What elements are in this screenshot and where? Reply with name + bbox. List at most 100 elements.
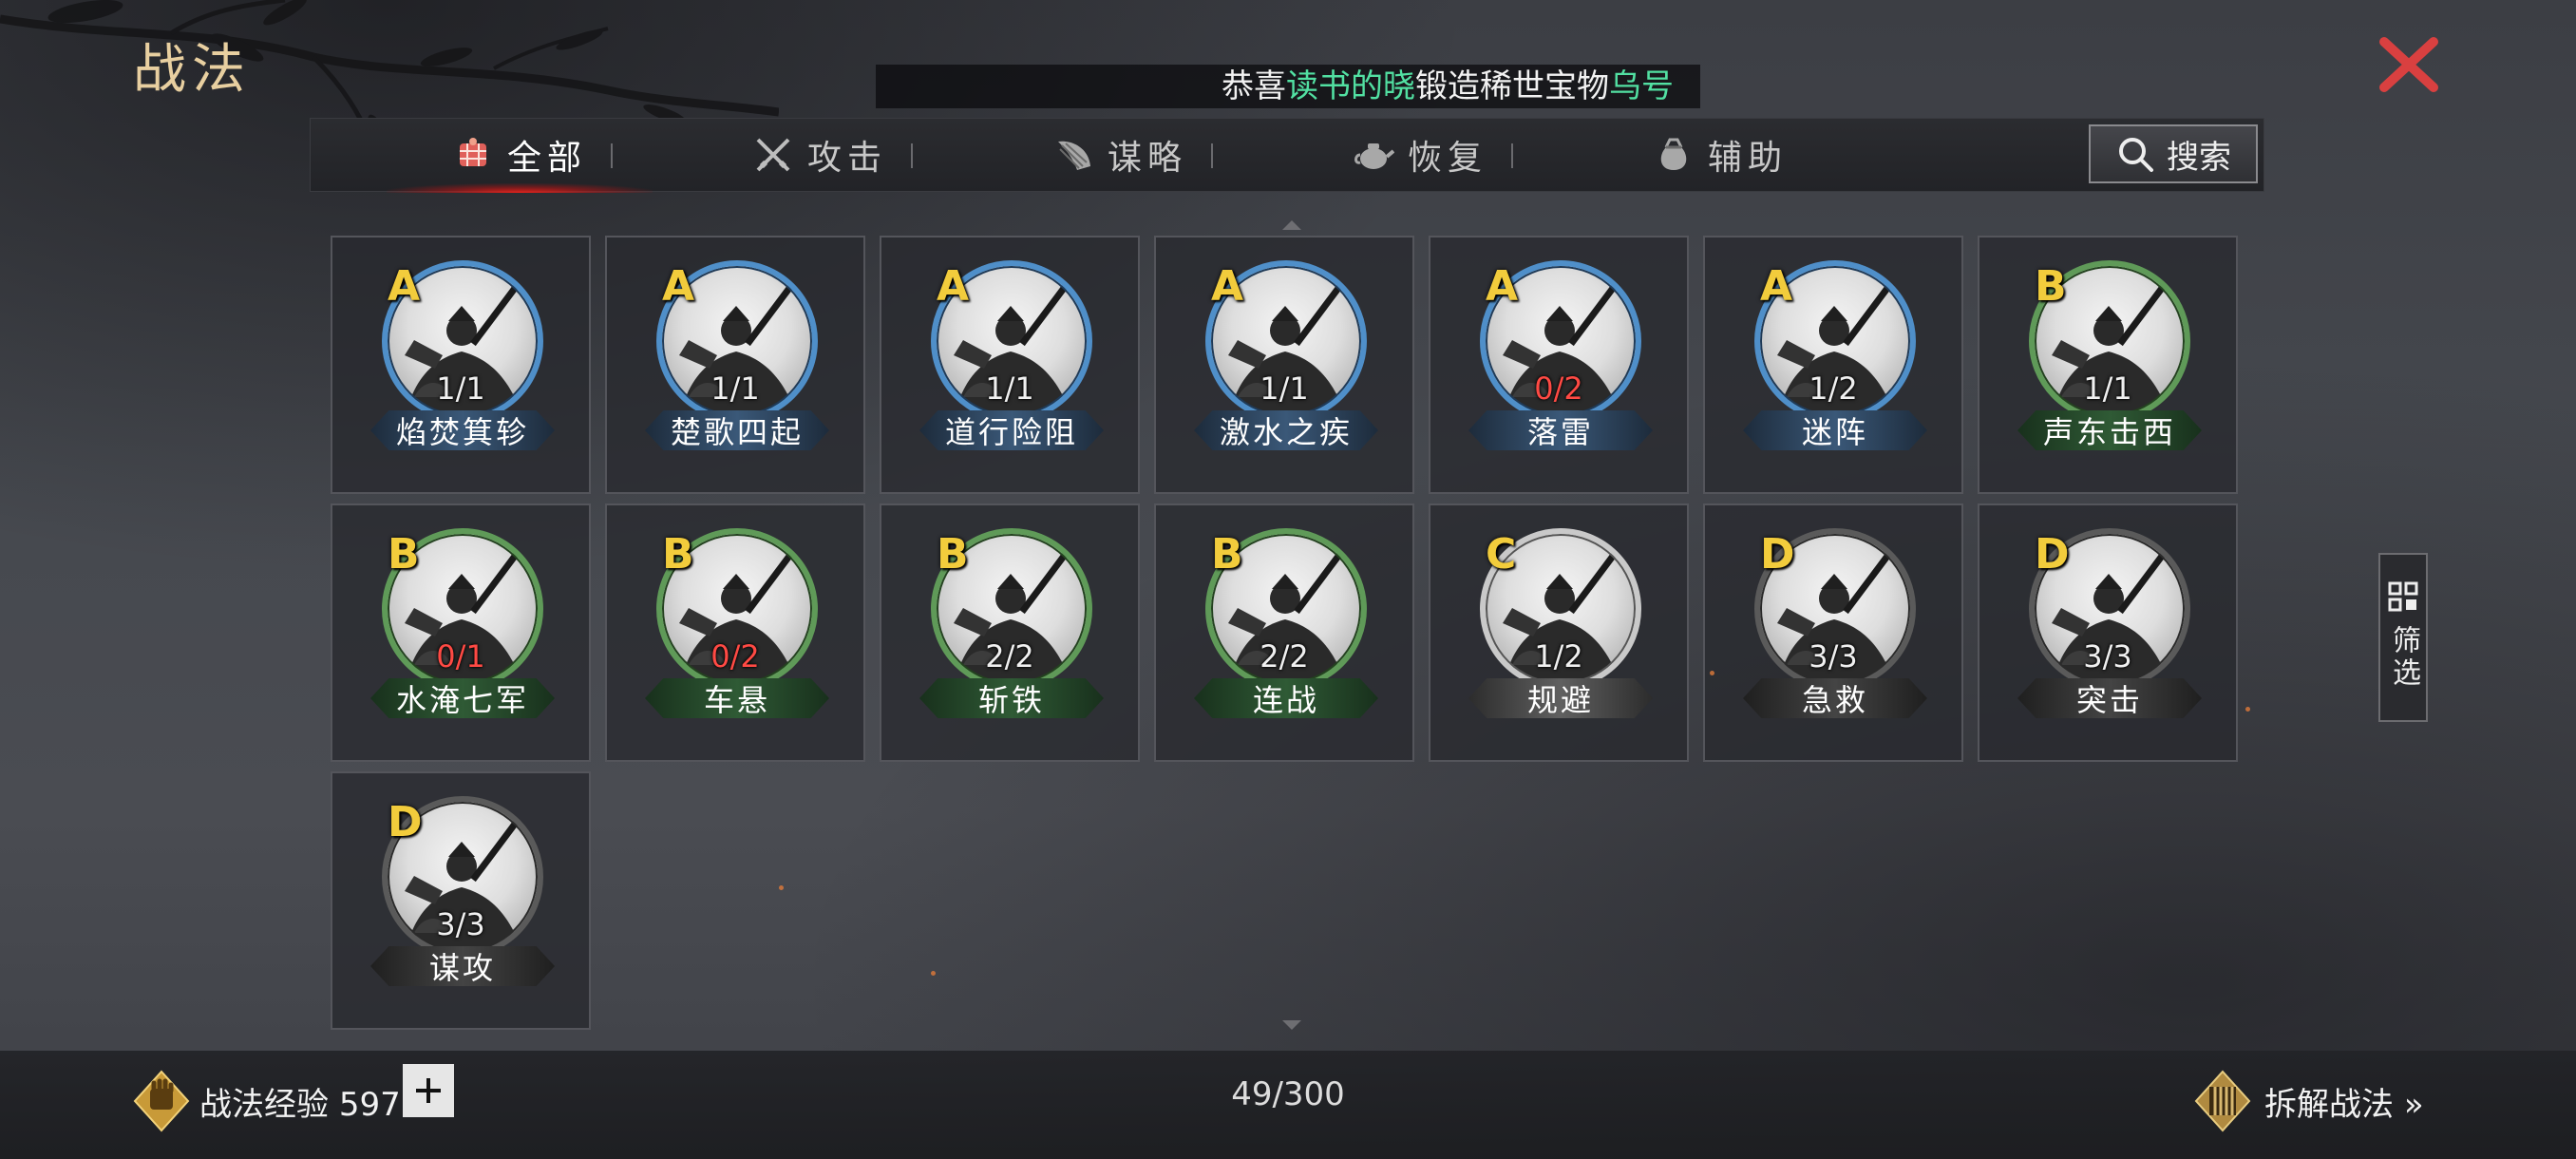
tactic-card[interactable]: A 1/1 楚歌四起	[605, 236, 865, 494]
grade-badge: A	[1486, 262, 1519, 311]
tactic-name: 激水之疾	[1194, 410, 1378, 450]
tab-divider	[1511, 143, 1513, 168]
filter-button[interactable]: 筛选	[2378, 553, 2428, 722]
grade-badge: B	[937, 530, 969, 579]
tactic-count: 1/1	[1260, 370, 1309, 407]
tab-label: 辅助	[1707, 139, 1788, 178]
disassemble-icon	[2194, 1070, 2251, 1132]
tactic-count: 3/3	[2083, 638, 2132, 674]
tab-all[interactable]: 全部	[377, 119, 662, 193]
announce-middle: 锻造稀世宝物	[1415, 67, 1609, 105]
tab-divider	[911, 143, 913, 168]
tactic-card[interactable]: B 2/2 连战	[1154, 504, 1414, 762]
tactic-card[interactable]: A 1/1 道行险阻	[880, 236, 1140, 494]
ember-particle	[779, 885, 784, 890]
tab-divider	[611, 143, 613, 168]
bottom-bar: 战法经验 597 49/300 拆解战法 »	[0, 1051, 2576, 1159]
tactic-card[interactable]: B 2/2 斩铁	[880, 504, 1140, 762]
grid-filter-icon	[2388, 581, 2418, 612]
announce-item: 乌号	[1609, 67, 1674, 105]
tactic-name: 连战	[1194, 678, 1378, 718]
tactic-name: 落雷	[1468, 410, 1653, 450]
grade-badge: D	[1760, 530, 1795, 579]
disassemble-tactic-button[interactable]: 拆解战法 »	[2194, 1068, 2424, 1134]
scroll-down-icon	[1282, 1020, 1301, 1030]
grade-badge: A	[1211, 262, 1244, 311]
tactic-card[interactable]: B 1/1 声东击西	[1978, 236, 2238, 494]
tactic-count: 0/2	[1534, 370, 1583, 407]
disassemble-label: 拆解战法 »	[2264, 1085, 2424, 1124]
tactic-count: 1/1	[436, 370, 485, 407]
tactic-count: 3/3	[436, 906, 485, 942]
tactic-card[interactable]: D 3/3 急救	[1703, 504, 1963, 762]
tactic-count: 1/1	[985, 370, 1034, 407]
tactic-count: 0/2	[710, 638, 760, 674]
tactic-name: 水淹七军	[370, 678, 555, 718]
page-title: 战法	[133, 39, 251, 101]
ember-particle	[1710, 671, 1714, 675]
announcement-banner: 恭喜读书的晓锻造稀世宝物乌号	[876, 65, 1700, 108]
tactic-card[interactable]: B 0/2 车悬	[605, 504, 865, 762]
tactic-count: 1/1	[710, 370, 760, 407]
tactic-name: 急救	[1743, 678, 1927, 718]
grade-badge: A	[388, 262, 421, 311]
tactic-card[interactable]: A 1/1 激水之疾	[1154, 236, 1414, 494]
tactic-name: 声东击西	[2017, 410, 2202, 450]
grade-badge: B	[662, 530, 694, 579]
tab-attack[interactable]: 攻击	[677, 119, 962, 191]
announce-prefix: 恭喜	[1222, 67, 1286, 105]
tactic-count: 1/2	[1809, 370, 1858, 407]
tactic-count: 2/2	[985, 638, 1034, 674]
tactic-name: 楚歌四起	[645, 410, 829, 450]
tactic-count: 0/1	[436, 638, 485, 674]
tactic-name: 谋攻	[370, 946, 555, 986]
tactic-name: 规避	[1468, 678, 1653, 718]
tactic-card[interactable]: A 0/2 落雷	[1429, 236, 1689, 494]
grade-badge: D	[2035, 530, 2070, 579]
crossed-swords-icon	[756, 138, 790, 172]
tab-label: 谋略	[1107, 139, 1187, 178]
scroll-up-icon	[1282, 220, 1301, 230]
tactic-card[interactable]: A 1/2 迷阵	[1703, 236, 1963, 494]
tab-strategy[interactable]: 谋略	[977, 119, 1262, 191]
pouch-icon	[1660, 138, 1687, 170]
category-tab-bar: 全部 攻击 谋略 恢复 辅助 搜索	[310, 118, 2264, 193]
tab-label: 攻击	[806, 139, 887, 178]
tactic-card[interactable]: D 3/3 谋攻	[331, 771, 591, 1030]
tactic-count: 2/2	[1260, 638, 1309, 674]
tab-label: 恢复	[1407, 139, 1487, 178]
filter-label: 筛选	[2387, 625, 2420, 690]
search-label: 搜索	[2167, 138, 2231, 177]
grade-badge: C	[1486, 530, 1517, 579]
tactic-name: 迷阵	[1743, 410, 1927, 450]
ember-particle	[931, 971, 936, 976]
tactic-name: 焰焚箕轸	[370, 410, 555, 450]
grade-badge: B	[388, 530, 420, 579]
tactic-card[interactable]: A 1/1 焰焚箕轸	[331, 236, 591, 494]
feather-fan-icon	[1057, 141, 1090, 170]
ember-particle	[2245, 707, 2250, 712]
grade-badge: B	[1211, 530, 1243, 579]
tactic-name: 斩铁	[919, 678, 1104, 718]
tactic-name: 突击	[2017, 678, 2202, 718]
tactic-count: 3/3	[1809, 638, 1858, 674]
tactic-card[interactable]: D 3/3 突击	[1978, 504, 2238, 762]
grade-badge: A	[937, 262, 970, 311]
tab-support[interactable]: 辅助	[1578, 119, 1863, 191]
tactic-name: 道行险阻	[919, 410, 1104, 450]
grade-badge: A	[1760, 262, 1793, 311]
tab-divider	[1211, 143, 1213, 168]
grade-badge: A	[662, 262, 695, 311]
tab-label: 全部	[506, 139, 587, 178]
teapot-icon	[1354, 143, 1394, 169]
tactic-count: 1/1	[2083, 370, 2132, 407]
tactic-card[interactable]: C 1/2 规避	[1429, 504, 1689, 762]
tab-recovery[interactable]: 恢复	[1278, 119, 1563, 191]
bundle-icon	[459, 138, 486, 166]
tactic-card[interactable]: B 0/1 水淹七军	[331, 504, 591, 762]
grade-badge: B	[2035, 262, 2067, 311]
search-button[interactable]: 搜索	[2089, 124, 2258, 183]
tactic-name: 车悬	[645, 678, 829, 718]
tactic-count: 1/2	[1534, 638, 1583, 674]
close-icon[interactable]	[2375, 30, 2443, 99]
